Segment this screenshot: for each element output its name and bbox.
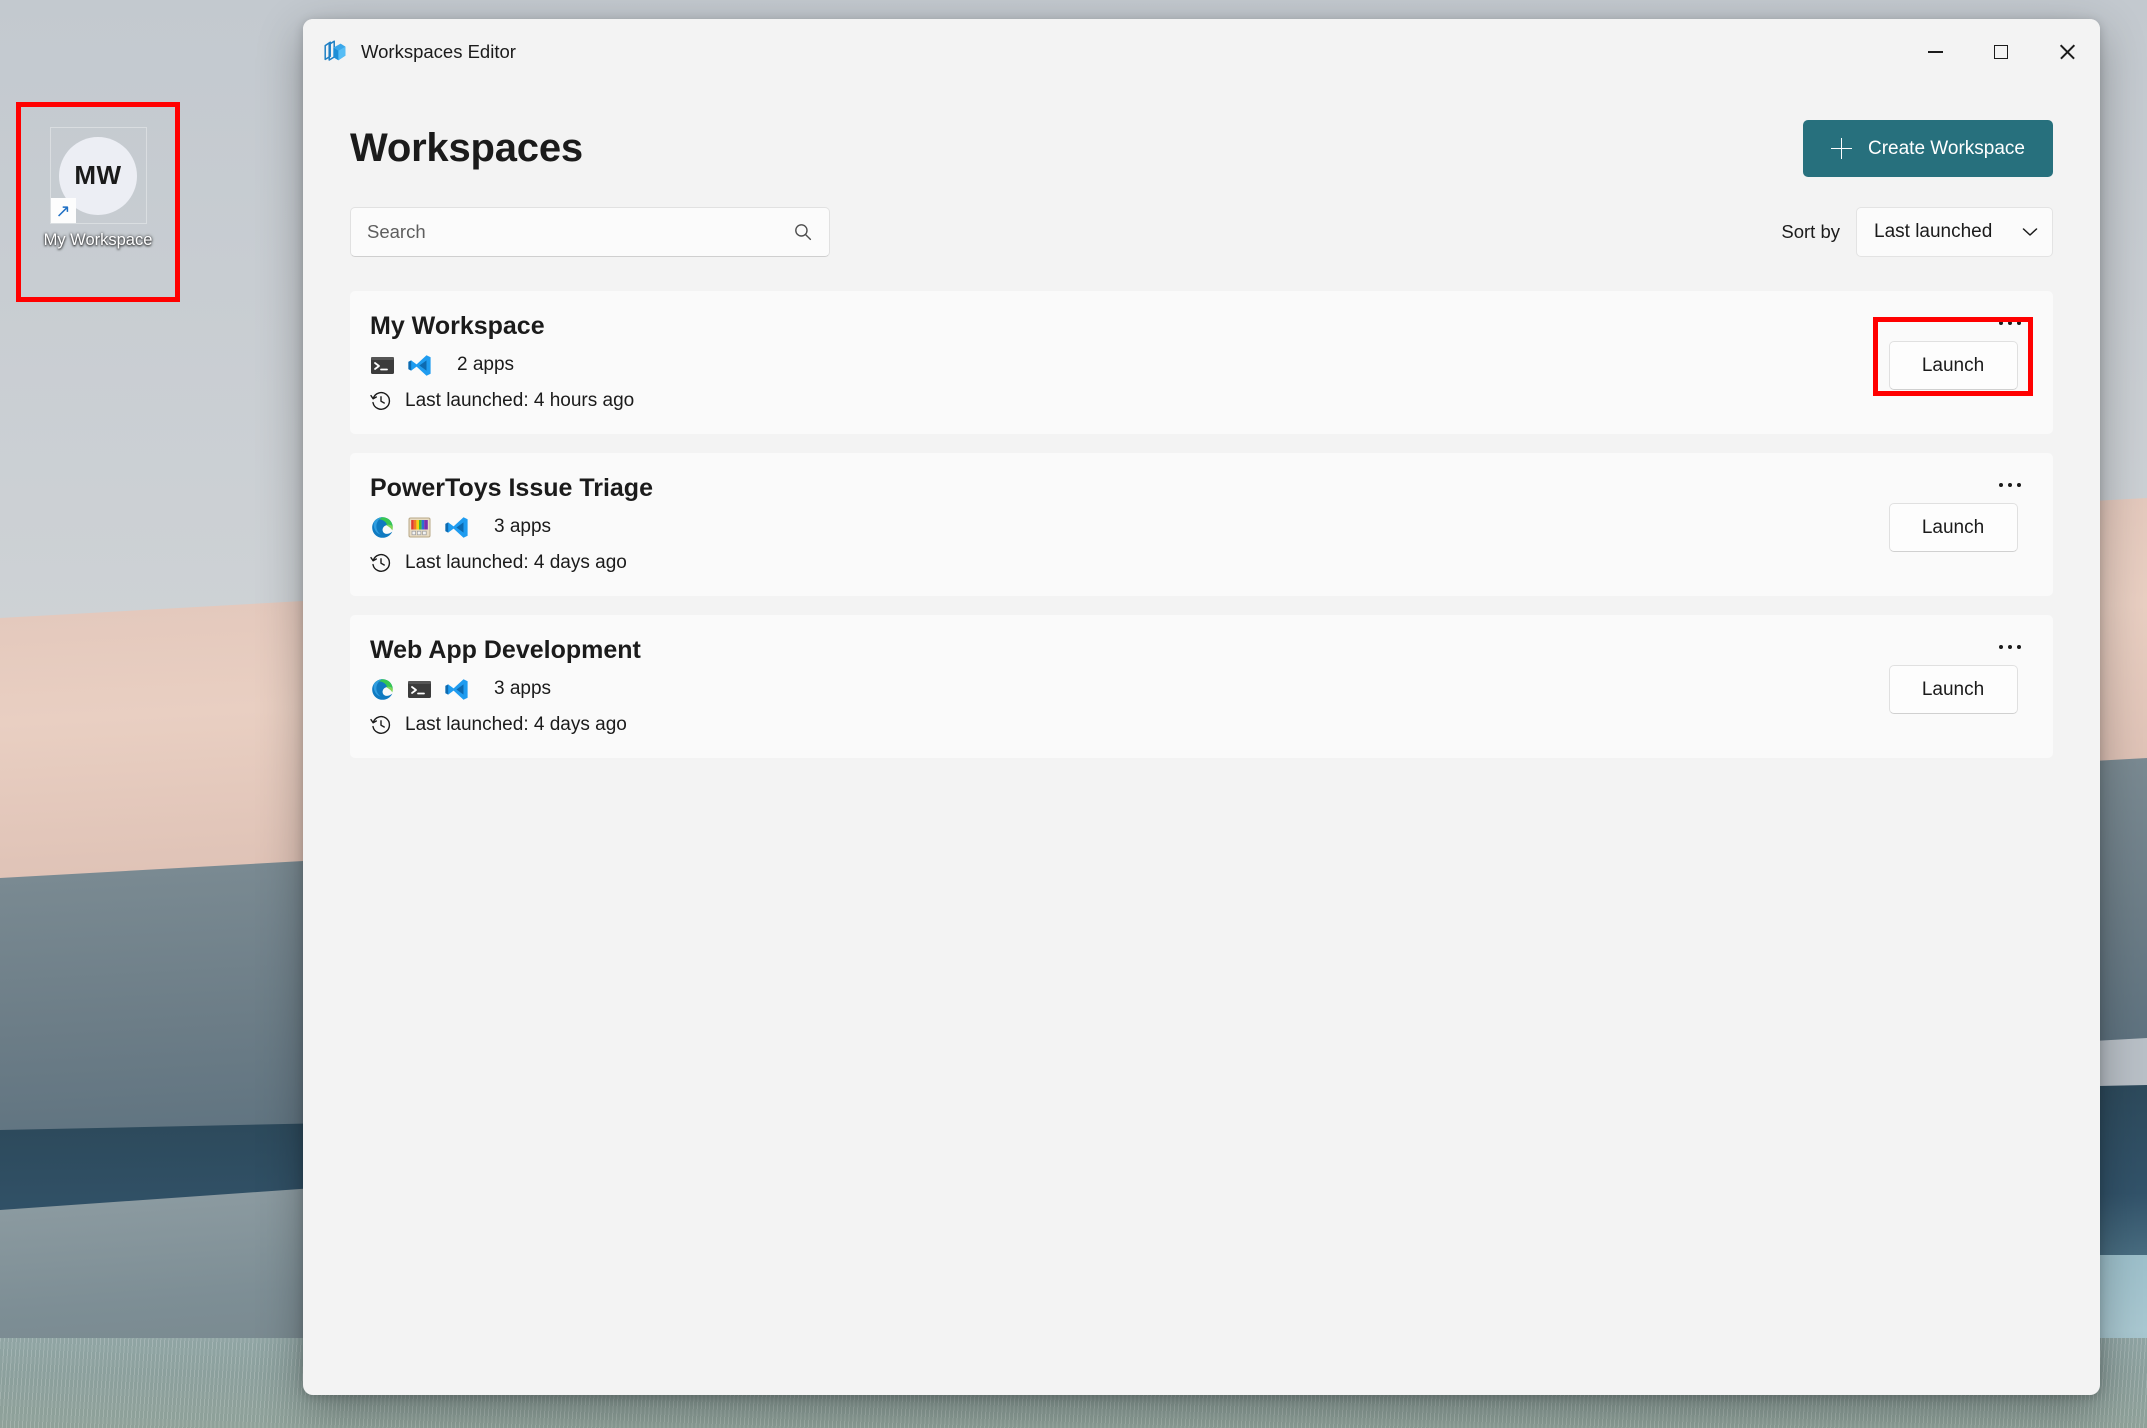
ellipsis-dot — [2008, 321, 2012, 325]
workspace-launched-row: Last launched: 4 days ago — [370, 714, 1853, 736]
workspace-name: PowerToys Issue Triage — [370, 474, 653, 503]
ellipsis-dot — [2008, 483, 2012, 487]
history-clock-icon — [370, 391, 391, 410]
close-icon — [2059, 44, 2075, 60]
workspace-apps-count: 3 apps — [494, 678, 552, 700]
edge-icon — [372, 678, 393, 700]
workspace-name: Web App Development — [370, 636, 641, 665]
toolbar-row: Sort by Last launched — [350, 207, 2053, 257]
workspace-app-icons — [370, 515, 469, 540]
ellipsis-dot — [2017, 483, 2021, 487]
shortcut-arrow-icon: ↗ — [50, 198, 76, 223]
ellipsis-dot — [2017, 645, 2021, 649]
title-bar-left: Workspaces Editor — [303, 39, 1902, 65]
vscode-icon — [445, 516, 468, 538]
header-row: Workspaces Create Workspace — [350, 85, 2053, 177]
workspace-actions: Launch — [1853, 291, 2053, 434]
workspace-actions: Launch — [1853, 453, 2053, 596]
search-box[interactable] — [350, 207, 830, 257]
desktop-shortcut-my-workspace[interactable]: MW ↗ My Workspace — [16, 102, 180, 302]
history-clock-icon — [370, 553, 391, 572]
launch-button[interactable]: Launch — [1888, 503, 2018, 552]
workspace-actions: Launch — [1853, 615, 2053, 758]
workspace-more-menu-button[interactable] — [1989, 471, 2031, 499]
workspaces-app-icon — [324, 40, 346, 61]
terminal-icon — [371, 356, 394, 374]
workspace-app-icons — [370, 677, 469, 702]
workspace-apps-row: 3 apps — [370, 677, 1853, 702]
vscode-icon — [408, 354, 431, 376]
launch-button[interactable]: Launch — [1888, 341, 2018, 390]
window-title: Workspaces Editor — [361, 41, 516, 62]
edge-icon — [372, 516, 393, 538]
sort-by-label: Sort by — [1781, 221, 1840, 242]
workspace-last-launched: Last launched: 4 days ago — [405, 551, 627, 573]
workspace-app-icons — [370, 353, 432, 378]
workspace-launched-row: Last launched: 4 hours ago — [370, 390, 1853, 412]
chevron-down-icon — [2022, 228, 2038, 236]
ellipsis-dot — [2017, 321, 2021, 325]
ellipsis-dot — [2008, 645, 2012, 649]
create-workspace-button[interactable]: Create Workspace — [1803, 120, 2053, 177]
workspace-name: My Workspace — [370, 312, 545, 341]
workspace-more-menu-button[interactable] — [1989, 309, 2031, 337]
workspace-card[interactable]: My Workspace 2 apps Last launched: 4 hou… — [350, 291, 2053, 434]
sort-selected-value: Last launched — [1874, 221, 1993, 242]
window-controls — [1902, 19, 2100, 85]
maximize-button[interactable] — [1968, 19, 2034, 85]
workspace-info: PowerToys Issue Triage 3 apps Last launc… — [370, 475, 1853, 574]
page-title: Workspaces — [350, 126, 583, 170]
ellipsis-dot — [1999, 321, 2003, 325]
minimize-button[interactable] — [1902, 19, 1968, 85]
maximize-icon — [1994, 45, 2008, 59]
workspace-apps-row: 3 apps — [370, 515, 1853, 540]
workspace-card[interactable]: Web App Development 3 apps Last launched… — [350, 615, 2053, 758]
workspace-last-launched: Last launched: 4 days ago — [405, 713, 627, 735]
create-workspace-label: Create Workspace — [1868, 137, 2025, 159]
ellipsis-dot — [1999, 645, 2003, 649]
sort-control: Sort by Last launched — [1781, 207, 2053, 257]
plus-icon — [1831, 138, 1852, 159]
launch-button[interactable]: Launch — [1888, 665, 2018, 714]
main-content: Workspaces Create Workspace Sort by Last… — [303, 85, 2100, 1395]
sort-dropdown[interactable]: Last launched — [1856, 207, 2053, 257]
title-bar[interactable]: Workspaces Editor — [303, 19, 2100, 85]
shortcut-tile: MW ↗ — [49, 127, 147, 224]
vscode-icon — [445, 678, 468, 700]
history-clock-icon — [370, 715, 391, 734]
color-picker-icon — [408, 517, 431, 538]
workspace-list: My Workspace 2 apps Last launched: 4 hou… — [350, 291, 2053, 758]
workspace-info: Web App Development 3 apps Last launched… — [370, 637, 1853, 736]
workspace-last-launched: Last launched: 4 hours ago — [405, 389, 635, 411]
minimize-icon — [1927, 51, 1943, 53]
workspace-card[interactable]: PowerToys Issue Triage 3 apps Last launc… — [350, 453, 2053, 596]
workspace-launched-row: Last launched: 4 days ago — [370, 552, 1853, 574]
workspace-apps-row: 2 apps — [370, 353, 1853, 378]
workspace-apps-count: 3 apps — [494, 516, 552, 538]
workspace-apps-count: 2 apps — [457, 354, 515, 376]
workspaces-editor-window: Workspaces Editor Workspaces Create Work… — [303, 19, 2100, 1395]
workspace-info: My Workspace 2 apps Last launched: 4 hou… — [370, 313, 1853, 412]
workspace-more-menu-button[interactable] — [1989, 633, 2031, 661]
search-input[interactable] — [351, 221, 829, 243]
shortcut-label: My Workspace — [43, 231, 153, 249]
terminal-icon — [408, 680, 431, 698]
ellipsis-dot — [1999, 483, 2003, 487]
close-button[interactable] — [2034, 19, 2100, 85]
